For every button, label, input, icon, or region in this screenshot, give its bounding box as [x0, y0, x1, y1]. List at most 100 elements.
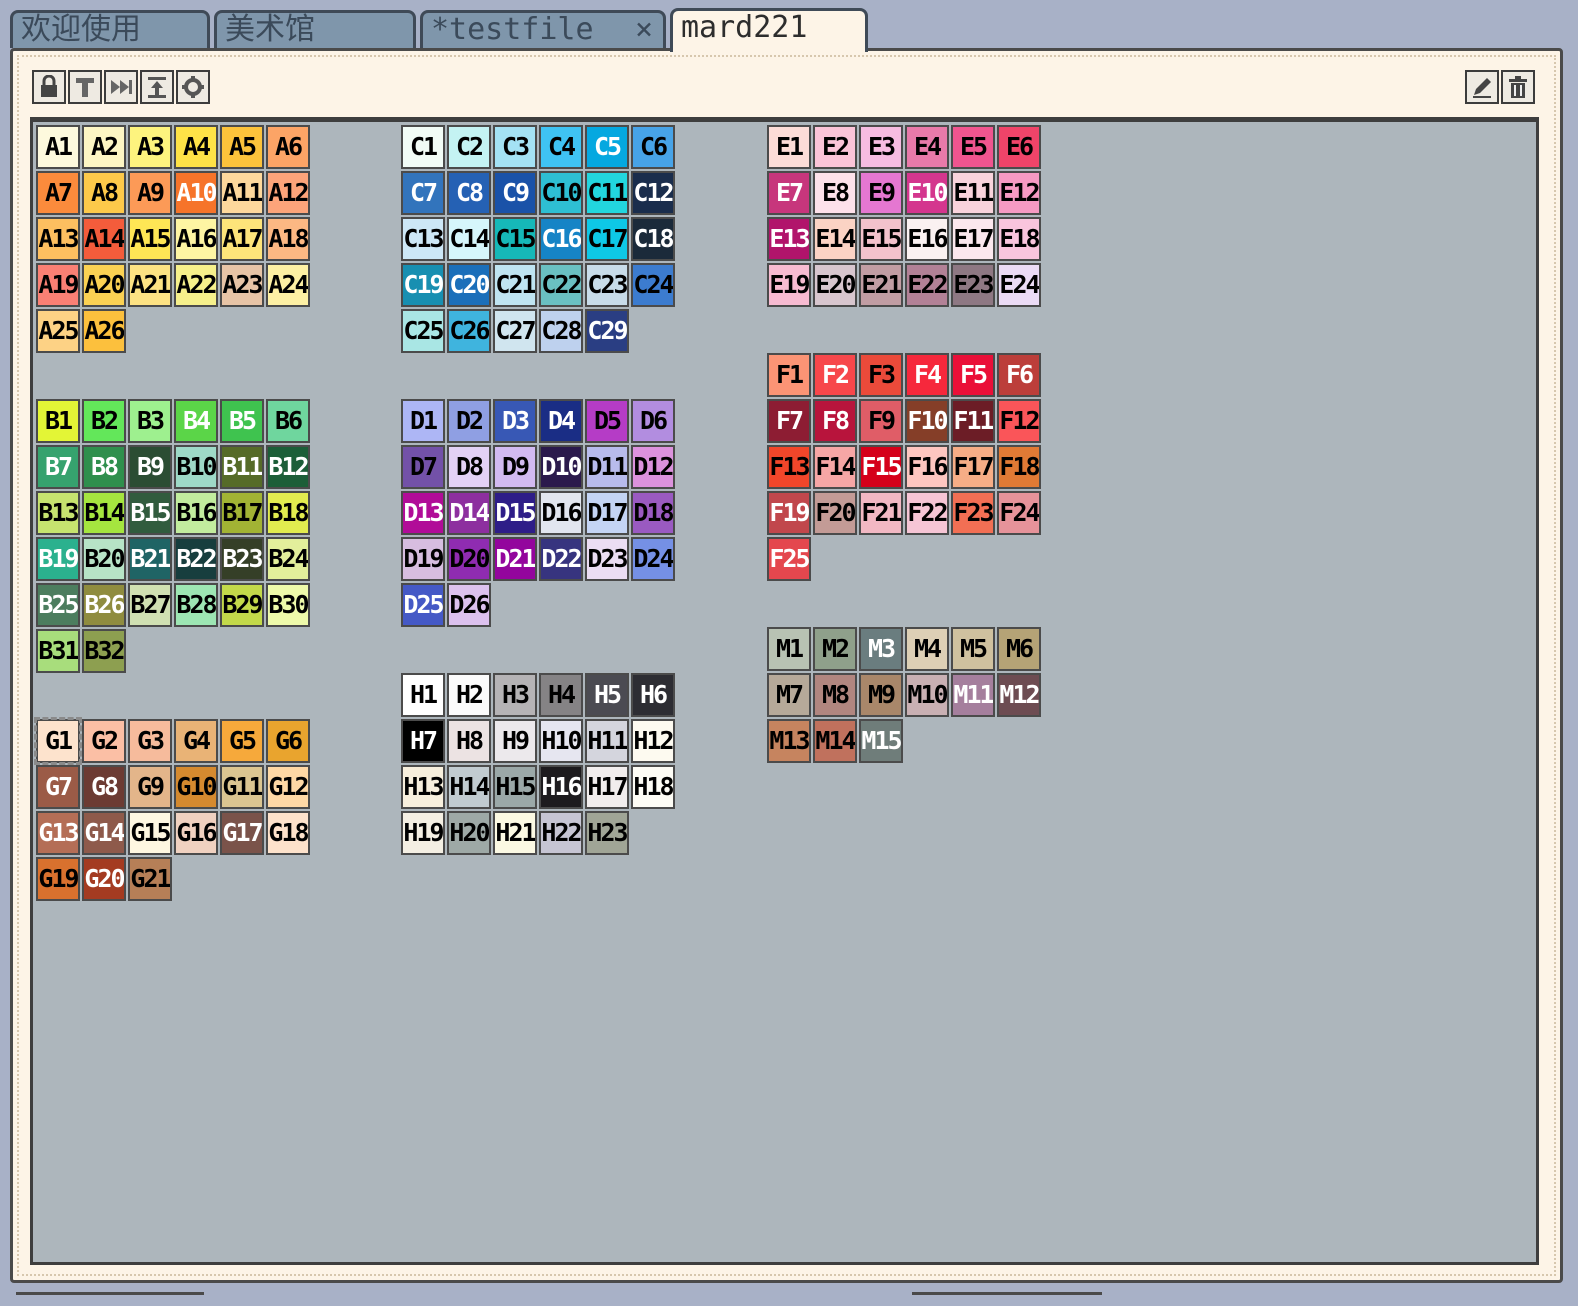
color-swatch-b4[interactable]: B4 — [174, 399, 218, 443]
color-swatch-g11[interactable]: G11 — [220, 765, 264, 809]
color-swatch-e13[interactable]: E13 — [767, 217, 811, 261]
color-swatch-d1[interactable]: D1 — [401, 399, 445, 443]
color-swatch-m2[interactable]: M2 — [813, 627, 857, 671]
color-swatch-g8[interactable]: G8 — [82, 765, 126, 809]
color-swatch-e16[interactable]: E16 — [905, 217, 949, 261]
color-swatch-g16[interactable]: G16 — [174, 811, 218, 855]
color-swatch-m8[interactable]: M8 — [813, 673, 857, 717]
color-swatch-h19[interactable]: H19 — [401, 811, 445, 855]
color-swatch-c29[interactable]: C29 — [585, 309, 629, 353]
color-swatch-c8[interactable]: C8 — [447, 171, 491, 215]
color-swatch-c10[interactable]: C10 — [539, 171, 583, 215]
color-swatch-e14[interactable]: E14 — [813, 217, 857, 261]
color-swatch-b32[interactable]: B32 — [82, 629, 126, 673]
color-swatch-f12[interactable]: F12 — [997, 399, 1041, 443]
color-swatch-e17[interactable]: E17 — [951, 217, 995, 261]
color-swatch-e22[interactable]: E22 — [905, 263, 949, 307]
color-swatch-d24[interactable]: D24 — [631, 537, 675, 581]
color-swatch-f4[interactable]: F4 — [905, 353, 949, 397]
color-swatch-d6[interactable]: D6 — [631, 399, 675, 443]
color-swatch-a13[interactable]: A13 — [36, 217, 80, 261]
color-swatch-f5[interactable]: F5 — [951, 353, 995, 397]
color-swatch-f23[interactable]: F23 — [951, 491, 995, 535]
color-swatch-b26[interactable]: B26 — [82, 583, 126, 627]
color-swatch-c9[interactable]: C9 — [493, 171, 537, 215]
color-swatch-f20[interactable]: F20 — [813, 491, 857, 535]
tab-testfile[interactable]: *testfile × — [420, 10, 666, 48]
color-swatch-g15[interactable]: G15 — [128, 811, 172, 855]
color-swatch-a14[interactable]: A14 — [82, 217, 126, 261]
color-swatch-h17[interactable]: H17 — [585, 765, 629, 809]
color-swatch-d12[interactable]: D12 — [631, 445, 675, 489]
color-swatch-h2[interactable]: H2 — [447, 673, 491, 717]
color-swatch-b18[interactable]: B18 — [266, 491, 310, 535]
color-swatch-c1[interactable]: C1 — [401, 125, 445, 169]
color-swatch-e11[interactable]: E11 — [951, 171, 995, 215]
color-swatch-d5[interactable]: D5 — [585, 399, 629, 443]
color-swatch-b11[interactable]: B11 — [220, 445, 264, 489]
color-swatch-e8[interactable]: E8 — [813, 171, 857, 215]
color-swatch-e15[interactable]: E15 — [859, 217, 903, 261]
color-swatch-c14[interactable]: C14 — [447, 217, 491, 261]
color-swatch-b9[interactable]: B9 — [128, 445, 172, 489]
color-swatch-d4[interactable]: D4 — [539, 399, 583, 443]
color-swatch-a19[interactable]: A19 — [36, 263, 80, 307]
color-swatch-c17[interactable]: C17 — [585, 217, 629, 261]
tab-gallery[interactable]: 美术馆 — [214, 10, 416, 48]
color-swatch-a26[interactable]: A26 — [82, 309, 126, 353]
color-swatch-a2[interactable]: A2 — [82, 125, 126, 169]
color-swatch-c27[interactable]: C27 — [493, 309, 537, 353]
color-swatch-m11[interactable]: M11 — [951, 673, 995, 717]
color-swatch-d19[interactable]: D19 — [401, 537, 445, 581]
color-swatch-b25[interactable]: B25 — [36, 583, 80, 627]
color-swatch-g7[interactable]: G7 — [36, 765, 80, 809]
color-swatch-b28[interactable]: B28 — [174, 583, 218, 627]
color-swatch-g9[interactable]: G9 — [128, 765, 172, 809]
color-swatch-b23[interactable]: B23 — [220, 537, 264, 581]
color-swatch-f24[interactable]: F24 — [997, 491, 1041, 535]
color-swatch-f2[interactable]: F2 — [813, 353, 857, 397]
text-icon[interactable] — [68, 70, 102, 104]
color-swatch-c26[interactable]: C26 — [447, 309, 491, 353]
color-swatch-f25[interactable]: F25 — [767, 537, 811, 581]
color-swatch-e21[interactable]: E21 — [859, 263, 903, 307]
color-swatch-c5[interactable]: C5 — [585, 125, 629, 169]
color-swatch-c13[interactable]: C13 — [401, 217, 445, 261]
color-swatch-m15[interactable]: M15 — [859, 719, 903, 763]
color-swatch-a21[interactable]: A21 — [128, 263, 172, 307]
color-swatch-a4[interactable]: A4 — [174, 125, 218, 169]
color-swatch-f22[interactable]: F22 — [905, 491, 949, 535]
color-swatch-g12[interactable]: G12 — [266, 765, 310, 809]
color-swatch-c20[interactable]: C20 — [447, 263, 491, 307]
color-swatch-b19[interactable]: B19 — [36, 537, 80, 581]
color-swatch-h22[interactable]: H22 — [539, 811, 583, 855]
color-swatch-a3[interactable]: A3 — [128, 125, 172, 169]
color-swatch-m7[interactable]: M7 — [767, 673, 811, 717]
color-swatch-h20[interactable]: H20 — [447, 811, 491, 855]
color-swatch-b30[interactable]: B30 — [266, 583, 310, 627]
color-swatch-a22[interactable]: A22 — [174, 263, 218, 307]
color-swatch-a15[interactable]: A15 — [128, 217, 172, 261]
color-swatch-c4[interactable]: C4 — [539, 125, 583, 169]
color-swatch-b12[interactable]: B12 — [266, 445, 310, 489]
color-swatch-b13[interactable]: B13 — [36, 491, 80, 535]
color-swatch-d10[interactable]: D10 — [539, 445, 583, 489]
color-swatch-h13[interactable]: H13 — [401, 765, 445, 809]
color-swatch-f13[interactable]: F13 — [767, 445, 811, 489]
color-swatch-e1[interactable]: E1 — [767, 125, 811, 169]
color-swatch-d2[interactable]: D2 — [447, 399, 491, 443]
color-swatch-g18[interactable]: G18 — [266, 811, 310, 855]
color-swatch-g3[interactable]: G3 — [128, 719, 172, 763]
color-swatch-h18[interactable]: H18 — [631, 765, 675, 809]
color-swatch-g10[interactable]: G10 — [174, 765, 218, 809]
color-swatch-h3[interactable]: H3 — [493, 673, 537, 717]
edit-icon[interactable] — [1465, 70, 1499, 104]
color-swatch-a10[interactable]: A10 — [174, 171, 218, 215]
color-swatch-b6[interactable]: B6 — [266, 399, 310, 443]
color-swatch-h14[interactable]: H14 — [447, 765, 491, 809]
color-swatch-b7[interactable]: B7 — [36, 445, 80, 489]
color-swatch-c12[interactable]: C12 — [631, 171, 675, 215]
color-swatch-e23[interactable]: E23 — [951, 263, 995, 307]
color-swatch-g4[interactable]: G4 — [174, 719, 218, 763]
color-swatch-d21[interactable]: D21 — [493, 537, 537, 581]
